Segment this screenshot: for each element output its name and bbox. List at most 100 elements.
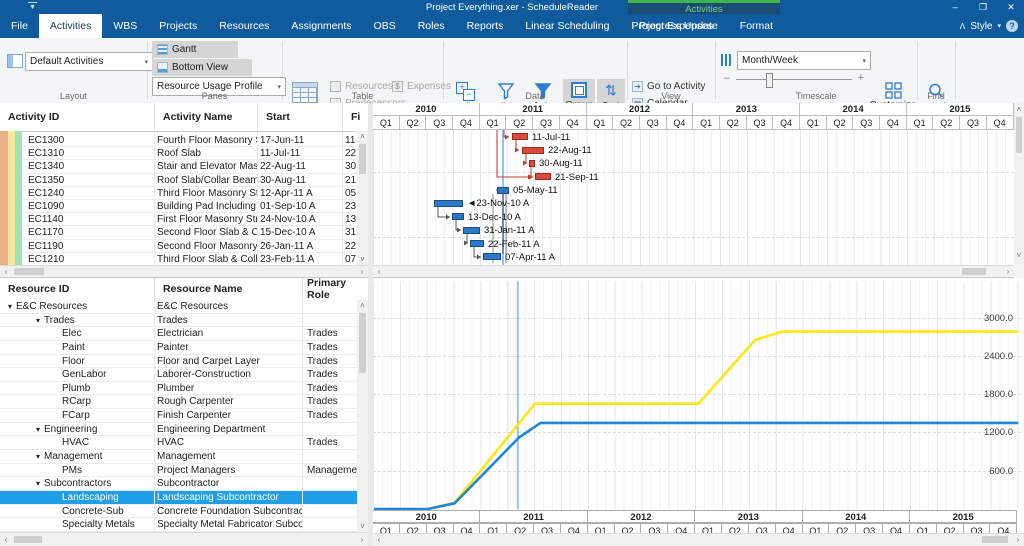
chevron-left-icon[interactable]: ‹	[2, 535, 10, 545]
timescale-quarter[interactable]: Q2	[827, 116, 854, 130]
chevron-up-icon[interactable]: ˄	[1014, 105, 1024, 115]
table-row-activity-EC1170[interactable]: EC1170Second Floor Slab & Collar15-Dec-1…	[22, 226, 357, 239]
collapse-arrow-icon[interactable]: ▾	[8, 302, 12, 311]
table-row-resource-management[interactable]: ▾ManagementManagement	[0, 450, 357, 464]
profile-horizontal-scrollbar[interactable]: ‹ ›	[373, 533, 1024, 546]
timescale-quarter[interactable]: Q3	[426, 116, 453, 130]
timescale-year-2013[interactable]: 2013	[693, 103, 800, 116]
gantt-bar-complete[interactable]	[470, 240, 484, 247]
profile-chart-plot[interactable]: 600.01200.01800.02400.03000.0	[373, 281, 1021, 510]
slider-thumb[interactable]	[766, 73, 773, 88]
tab-projects[interactable]: Projects	[148, 14, 208, 38]
table-row-resource-fcarp[interactable]: FCarpFinish CarpenterTrades	[0, 409, 357, 423]
column-header-finish[interactable]: Fi	[343, 103, 357, 131]
timescale-quarter[interactable]: Q1	[693, 116, 720, 130]
timescale-year-2011[interactable]: 2011	[480, 103, 587, 116]
timescale-year-2015[interactable]: 2015	[907, 103, 1014, 116]
timescale-quarter[interactable]: Q3	[640, 116, 667, 130]
table-row-resource-trades[interactable]: ▾TradesTrades	[0, 314, 357, 328]
collapse-ribbon-icon[interactable]: ᐱ	[960, 22, 965, 31]
column-header-resource-id[interactable]: Resource ID	[0, 278, 155, 300]
table-row-resource-e&c-resources[interactable]: ▾E&C ResourcesE&C Resources	[0, 300, 357, 314]
minimize-button[interactable]: –	[942, 0, 968, 14]
timescale-quarter[interactable]: Q2	[720, 116, 747, 130]
table-row-activity-EC1240[interactable]: EC1240Third Floor Masonry Structu12-Apr-…	[22, 187, 357, 200]
chevron-right-icon[interactable]: ›	[1004, 267, 1012, 277]
table-row-activity-EC1340[interactable]: EC1340Stair and Elevator Masonry22-Aug-1…	[22, 160, 357, 173]
gantt-bar-critical[interactable]	[535, 173, 551, 180]
close-button[interactable]: ✕	[998, 0, 1024, 14]
tab-wbs[interactable]: WBS	[102, 14, 148, 38]
timescale-quarter[interactable]: Q3	[747, 116, 774, 130]
timescale-quarter[interactable]: Q3	[853, 116, 880, 130]
tab-assignments[interactable]: Assignments	[280, 14, 362, 38]
chevron-down-icon[interactable]: ˅	[1014, 251, 1024, 261]
table-row-resource-hvac[interactable]: HVACHVACTrades	[0, 436, 357, 450]
column-header-activity-name[interactable]: Activity Name	[155, 103, 258, 131]
timescale-quarter[interactable]: Q2	[400, 116, 427, 130]
timescale-year-2012[interactable]: 2012	[588, 510, 695, 523]
timescale-quarter[interactable]: Q2	[506, 116, 533, 130]
timescale-quarter[interactable]: Q2	[933, 116, 960, 130]
column-header-start[interactable]: Start	[258, 103, 343, 131]
timescale-quarter[interactable]: Q3	[960, 116, 987, 130]
table-row-resource-genlabor[interactable]: GenLaborLaborer-ConstructionTrades	[0, 368, 357, 382]
timescale-year-2012[interactable]: 2012	[587, 103, 694, 116]
activity-horizontal-scrollbar[interactable]: ‹ ›	[0, 265, 368, 277]
timescale-quarter[interactable]: Q2	[613, 116, 640, 130]
tab-progress-update[interactable]: Progress Update	[628, 14, 729, 38]
timescale-quarter[interactable]: Q1	[480, 116, 507, 130]
timescale-year-2010[interactable]: 2010	[373, 103, 480, 116]
collapse-arrow-icon[interactable]: ▾	[36, 452, 40, 461]
gantt-bar-complete[interactable]	[452, 213, 464, 220]
tab-format[interactable]: Format	[729, 14, 784, 38]
timescale-combo[interactable]: Month/Week▾	[737, 51, 871, 70]
tab-linear-scheduling[interactable]: Linear Scheduling	[514, 14, 620, 38]
chevron-left-icon[interactable]: ‹	[375, 267, 383, 277]
chevron-right-icon[interactable]: ›	[358, 267, 366, 277]
gantt-timescale-header[interactable]: 201020112012201320142015Q1Q2Q3Q4Q1Q2Q3Q4…	[373, 103, 1014, 130]
timescale-quarter[interactable]: Q4	[987, 116, 1014, 130]
style-dropdown-icon[interactable]: ▾	[997, 22, 1001, 30]
table-row-resource-paint[interactable]: PaintPainterTrades	[0, 341, 357, 355]
table-row-resource-elec[interactable]: ElecElectricianTrades	[0, 327, 357, 341]
timescale-quarter[interactable]: Q1	[800, 116, 827, 130]
timescale-year-2013[interactable]: 2013	[695, 510, 802, 523]
help-icon[interactable]: ?	[1006, 20, 1018, 32]
timescale-zoom-slider[interactable]: – +	[724, 71, 864, 87]
timescale-year-2011[interactable]: 2011	[480, 510, 587, 523]
activity-vertical-scrollbar[interactable]: ˄ ˅	[357, 131, 368, 266]
timescale-quarter[interactable]: Q4	[453, 116, 480, 130]
column-header-primary-role[interactable]: Primary Role	[303, 278, 357, 300]
table-row-activity-EC1140[interactable]: EC1140First Floor Masonry Structu24-Nov-…	[22, 213, 357, 226]
collapse-arrow-icon[interactable]: ▾	[36, 479, 40, 488]
tab-obs[interactable]: OBS	[363, 14, 407, 38]
chevron-up-icon[interactable]: ˄	[357, 301, 368, 311]
tab-file[interactable]: File	[0, 14, 39, 38]
bottom-view-toggle-button[interactable]: Bottom View	[152, 59, 252, 76]
timescale-quarter[interactable]: Q4	[773, 116, 800, 130]
gantt-bar-critical[interactable]	[522, 147, 544, 154]
table-row-resource-plumb[interactable]: PlumbPlumberTrades	[0, 382, 357, 396]
chevron-down-icon[interactable]: ˅	[357, 255, 368, 265]
table-row-activity-EC1300[interactable]: EC1300Fourth Floor Masonry Struc17-Jun-1…	[22, 134, 357, 147]
table-row-activity-EC1310[interactable]: EC1310Roof Slab11-Jul-1122	[22, 147, 357, 160]
timescale-year-2014[interactable]: 2014	[803, 510, 910, 523]
zoom-out-icon[interactable]: –	[724, 72, 730, 84]
table-row-resource-specialty-metals[interactable]: Specialty MetalsSpecialty Metal Fabricat…	[0, 518, 357, 532]
table-row-resource-rcarp[interactable]: RCarpRough CarpenterTrades	[0, 395, 357, 409]
gantt-bar-complete[interactable]	[434, 200, 463, 207]
column-header-resource-name[interactable]: Resource Name	[155, 278, 303, 300]
chevron-down-icon[interactable]: ˅	[357, 522, 368, 532]
layout-combo[interactable]: Default Activities▾	[25, 52, 153, 71]
table-row-resource-concrete-sub[interactable]: Concrete-SubConcrete Foundation Subcontr…	[0, 505, 357, 519]
gantt-chart-area[interactable]: 11-Jul-1122-Aug-1130-Aug-1121-Sep-1105-M…	[373, 130, 1014, 266]
gantt-vertical-scrollbar[interactable]: ˄ ˅	[1014, 103, 1024, 263]
table-row-resource-engineering[interactable]: ▾EngineeringEngineering Department	[0, 423, 357, 437]
zoom-in-icon[interactable]: +	[858, 72, 864, 84]
style-menu-label[interactable]: Style	[970, 21, 992, 32]
table-row-resource-landscaping[interactable]: LandscapingLandscaping Subcontractor	[0, 491, 357, 505]
timescale-quarter[interactable]: Q4	[560, 116, 587, 130]
table-row-activity-EC1350[interactable]: EC1350Roof Slab/Collar Beam30-Aug-1121	[22, 174, 357, 187]
tab-reports[interactable]: Reports	[456, 14, 515, 38]
